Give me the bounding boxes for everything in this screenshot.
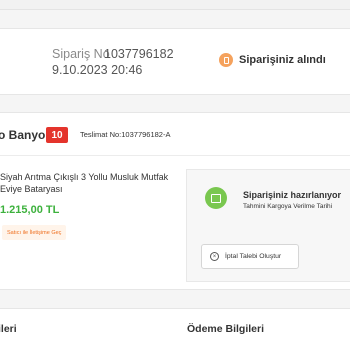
package-header: o Banyo 10 Teslimat No:1037796182-A xyxy=(0,113,350,156)
info-sections: ileri Ödeme Bilgileri xyxy=(0,308,350,350)
contact-seller-button[interactable]: Satıcı ile İletişime Geç xyxy=(2,225,67,240)
shipment-status-title: Siparişiniz hazırlanıyor xyxy=(243,190,342,200)
order-summary-header: Sipariş No 1037796182 9.10.2023 20:46 Si… xyxy=(0,28,350,95)
order-status-text: Siparişiniz alındı xyxy=(239,54,326,66)
bag-icon xyxy=(219,53,233,67)
top-strip xyxy=(0,0,350,10)
product-price: 1.215,00 TL xyxy=(0,204,60,216)
cancel-request-button[interactable]: × İptal Talebi Oluştur xyxy=(201,244,299,269)
package-icon xyxy=(205,187,227,209)
close-icon: × xyxy=(210,252,219,261)
cancel-request-label: İptal Talebi Oluştur xyxy=(225,253,282,260)
product-title-link[interactable]: Siyah Arıtma Çıkışlı 3 Yollu Musluk Mutf… xyxy=(0,171,178,195)
order-status-badge: Siparişiniz alındı xyxy=(219,53,326,67)
order-date: 9.10.2023 20:46 xyxy=(52,63,143,77)
shipment-status-card: Siparişiniz hazırlanıyor Tahmini Kargoya… xyxy=(186,169,350,282)
payment-info-title: Ödeme Bilgileri xyxy=(187,323,265,335)
order-number-label: Sipariş No xyxy=(52,47,110,61)
seller-score-badge: 10 xyxy=(46,127,68,143)
seller-name-link[interactable]: o Banyo xyxy=(0,128,45,142)
package-card: o Banyo 10 Teslimat No:1037796182-A Siya… xyxy=(0,112,350,290)
delivery-number: Teslimat No:1037796182-A xyxy=(80,130,171,139)
order-number-value: 1037796182 xyxy=(104,47,174,61)
delivery-info-title: ileri xyxy=(0,323,17,335)
shipment-status-subtitle: Tahmini Kargoya Verilme Tarihi xyxy=(243,203,333,210)
